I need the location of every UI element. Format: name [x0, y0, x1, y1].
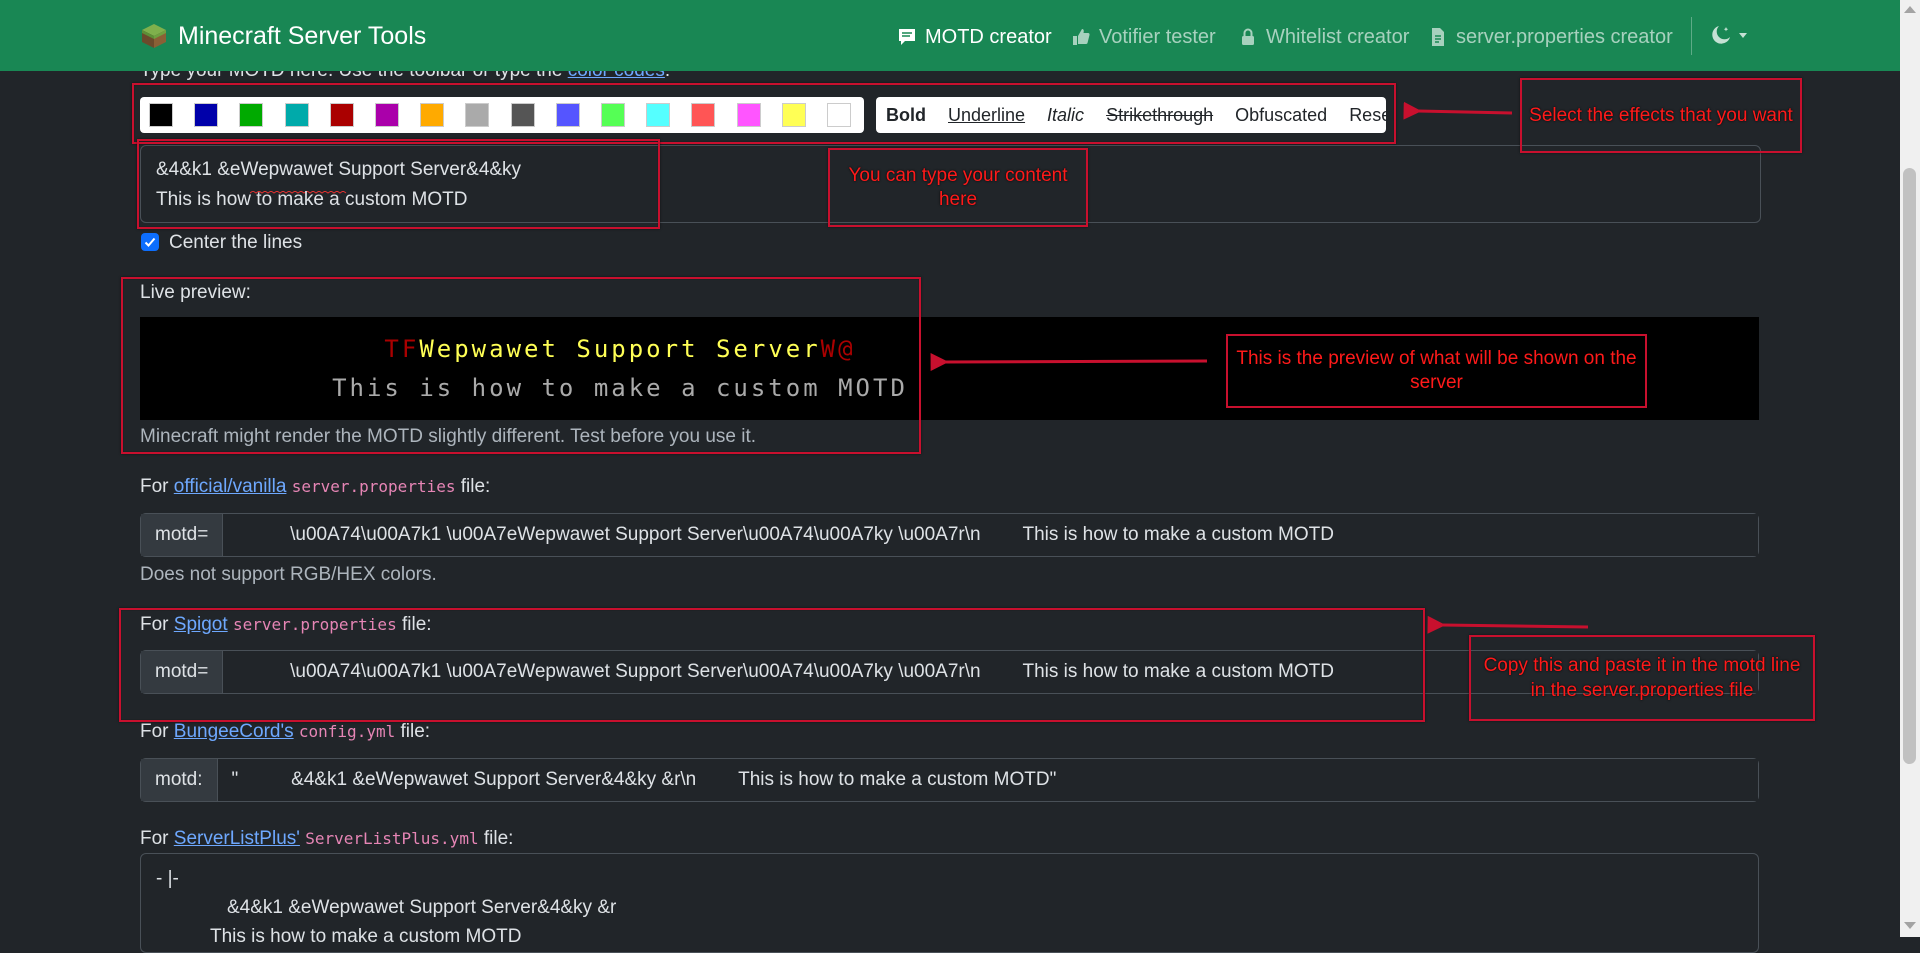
annotation-arrows: [930, 101, 1589, 634]
arrow-to-spigot: [1427, 615, 1589, 634]
arrow-to-toolbar: [1403, 101, 1513, 120]
arrow-to-preview: [930, 353, 1208, 372]
